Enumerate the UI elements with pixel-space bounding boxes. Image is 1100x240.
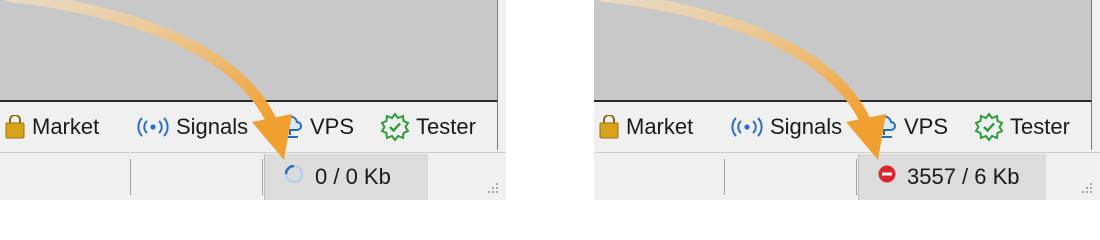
tester-tab[interactable]: Tester xyxy=(380,112,476,142)
no-connection-icon xyxy=(877,164,897,190)
status-separator xyxy=(856,159,857,195)
terminal-panel-before: Market Signals VPS Tester 0 / 0 Kb xyxy=(0,0,506,200)
broadcast-icon xyxy=(730,117,764,137)
status-separator xyxy=(130,159,131,195)
bottom-toolbar: Market Signals VPS Tester xyxy=(0,102,498,150)
resize-grip-icon[interactable] xyxy=(1080,181,1094,195)
vps-tab[interactable]: VPS xyxy=(870,112,948,142)
market-tab[interactable]: Market xyxy=(598,112,693,142)
status-separator xyxy=(262,159,263,195)
status-bar: 3557 / 6 Kb xyxy=(594,152,1100,200)
market-label: Market xyxy=(626,114,694,139)
signals-label: Signals xyxy=(176,114,249,139)
chart-workspace xyxy=(594,0,1092,102)
tester-tab[interactable]: Tester xyxy=(974,112,1070,142)
status-separator xyxy=(724,159,725,195)
shopping-bag-icon xyxy=(598,115,620,139)
cloud-network-icon xyxy=(870,114,898,140)
connecting-spinner-icon xyxy=(283,163,305,191)
gear-check-icon xyxy=(380,112,410,142)
bottom-toolbar: Market Signals VPS Tester xyxy=(594,102,1092,150)
signals-label: Signals xyxy=(770,114,843,139)
shopping-bag-icon xyxy=(4,115,26,139)
broadcast-icon xyxy=(136,117,170,137)
vps-label: VPS xyxy=(310,114,355,139)
resize-grip-icon[interactable] xyxy=(486,181,500,195)
market-label: Market xyxy=(32,114,100,139)
cloud-network-icon xyxy=(276,114,304,140)
chart-workspace xyxy=(0,0,498,102)
vps-tab[interactable]: VPS xyxy=(276,112,354,142)
market-tab[interactable]: Market xyxy=(4,112,99,142)
tester-label: Tester xyxy=(1010,114,1070,139)
traffic-text: 0 / 0 Kb xyxy=(315,164,391,189)
connection-status[interactable]: 3557 / 6 Kb xyxy=(858,154,1046,200)
signals-tab[interactable]: Signals xyxy=(730,112,842,142)
status-bar: 0 / 0 Kb xyxy=(0,152,506,200)
gear-check-icon xyxy=(974,112,1004,142)
signals-tab[interactable]: Signals xyxy=(136,112,248,142)
connection-status[interactable]: 0 / 0 Kb xyxy=(264,154,428,200)
tester-label: Tester xyxy=(416,114,476,139)
traffic-text: 3557 / 6 Kb xyxy=(907,164,1020,189)
vps-label: VPS xyxy=(904,114,949,139)
terminal-panel-after: Market Signals VPS Tester 3557 / 6 Kb xyxy=(594,0,1100,200)
